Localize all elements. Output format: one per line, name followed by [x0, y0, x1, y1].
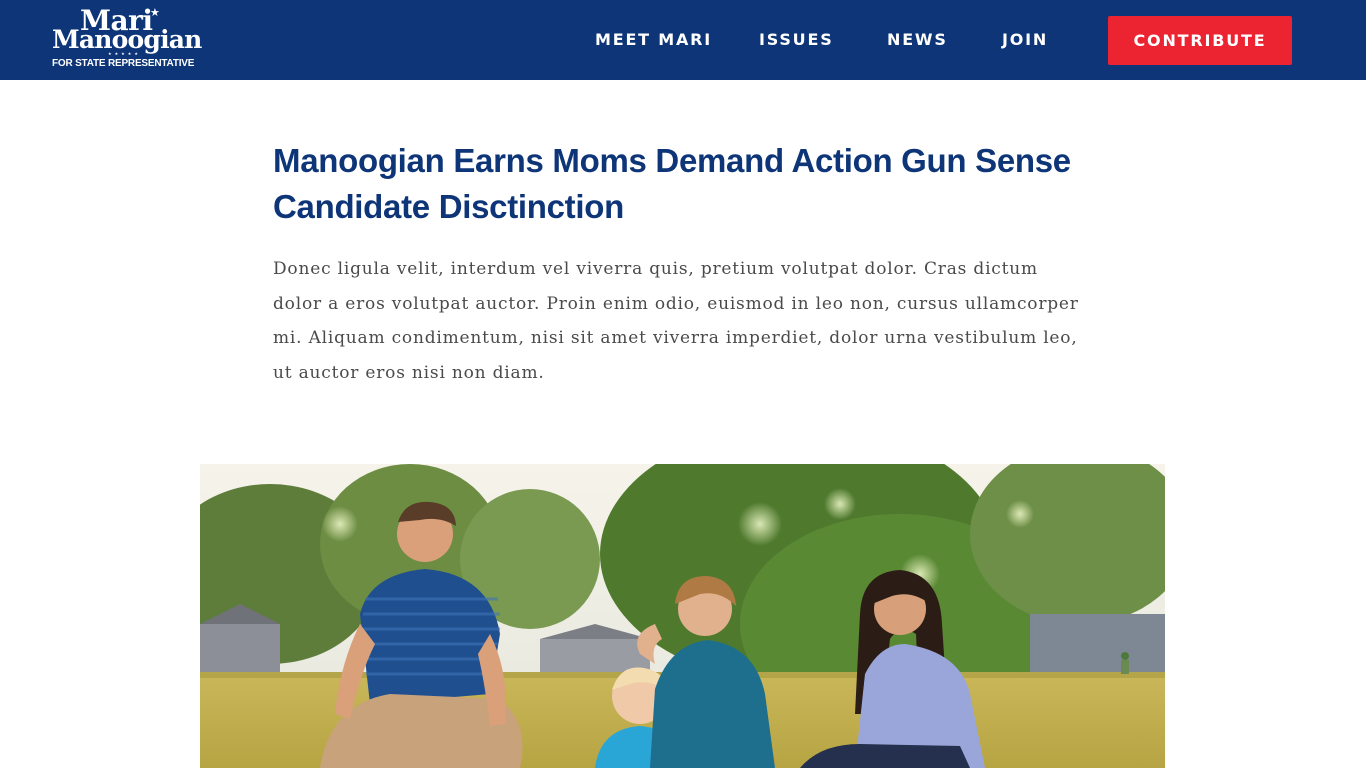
article-title: Manoogian Earns Moms Demand Action Gun S…	[273, 142, 1071, 225]
family-photo-illustration	[200, 464, 1165, 768]
nav-item-meet-mari[interactable]: MEET MARI	[595, 30, 712, 52]
nav-item-join[interactable]: JOIN	[1002, 30, 1048, 52]
contribute-button[interactable]: CONTRIBUTE	[1108, 16, 1292, 65]
article-body: Donec ligula velit, interdum vel viverra…	[273, 259, 1079, 383]
nav-item-news[interactable]: NEWS	[887, 30, 948, 52]
site-header: Mari ★ Manoogian ★★★★★ FOR STATE REPRESE…	[0, 0, 1366, 80]
hero-photo	[200, 464, 1165, 768]
nav-item-issues[interactable]: ISSUES	[759, 30, 834, 52]
